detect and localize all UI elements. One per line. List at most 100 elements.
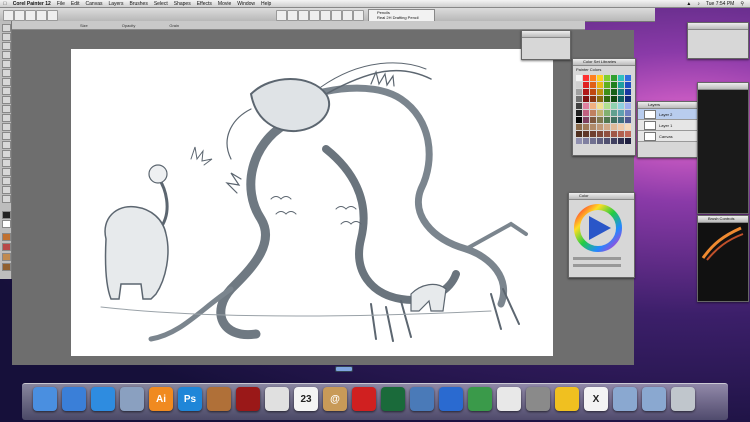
magnifier-icon[interactable] (2, 177, 11, 185)
brush-icon[interactable] (2, 24, 11, 32)
menu-clock[interactable]: Tue 7:54 PM (706, 1, 734, 7)
recent-brush-5-icon[interactable] (320, 10, 331, 21)
navigator-panel-title (522, 31, 570, 38)
x11-icon[interactable]: X (584, 387, 608, 411)
shape-icon[interactable] (2, 123, 11, 131)
address-book-icon[interactable]: @ (323, 387, 347, 411)
burn-icon[interactable] (2, 159, 11, 167)
menu-help[interactable]: Help (261, 1, 271, 7)
main-color-swatch[interactable] (2, 211, 11, 219)
safari-icon[interactable] (91, 387, 115, 411)
brush-library-panel (697, 82, 749, 214)
menu-file[interactable]: File (57, 1, 65, 7)
saturation-slider[interactable] (573, 257, 621, 260)
opacity-label: Opacity (121, 22, 136, 28)
brush-preset-icon[interactable] (36, 10, 47, 21)
menu-effects[interactable]: Effects (197, 1, 212, 7)
textedit-icon[interactable] (497, 387, 521, 411)
google-earth-icon[interactable] (439, 387, 463, 411)
dropper-icon[interactable] (2, 33, 11, 41)
wifi-icon[interactable]: ▲ (686, 1, 691, 7)
mirror-icon[interactable] (2, 195, 11, 203)
layer-name: Layer 2 (659, 111, 673, 117)
apple-menu-icon[interactable]:  (3, 1, 7, 7)
brush-tool-icon[interactable] (3, 10, 14, 21)
grain-label: Grain (169, 22, 180, 28)
numbers-icon[interactable] (468, 387, 492, 411)
menu-layers[interactable]: Layers (108, 1, 123, 7)
color-set-panel: Color Set Libraries Painter Colors (572, 58, 636, 156)
acrobat-icon[interactable] (352, 387, 376, 411)
layer-row-1[interactable]: Layer 1 (638, 120, 698, 131)
calendar-icon[interactable]: 23 (294, 387, 318, 411)
layer-name: Canvas (659, 133, 673, 139)
brush-selector-panel (687, 22, 749, 59)
paper-icon[interactable] (2, 233, 11, 241)
iphoto-icon[interactable] (410, 387, 434, 411)
color-swatch-grid[interactable] (576, 75, 634, 145)
layer-row-canvas[interactable]: Canvas (638, 131, 698, 142)
volume-icon[interactable]: ♪ (697, 1, 700, 7)
weaving-icon[interactable] (2, 263, 11, 271)
menu-movie[interactable]: Movie (218, 1, 231, 7)
dodge-icon[interactable] (2, 150, 11, 158)
transform-icon[interactable] (2, 69, 11, 77)
magic-wand-icon[interactable] (2, 96, 11, 104)
additional-color-swatch[interactable] (2, 220, 11, 228)
blur-icon[interactable] (2, 141, 11, 149)
layers-panel: Layers Layer 2 Layer 1 Canvas (637, 101, 699, 158)
drawing-canvas[interactable] (71, 49, 553, 356)
brush-dab-icon[interactable] (25, 10, 36, 21)
nat-geo-icon[interactable] (555, 387, 579, 411)
trash-icon[interactable] (671, 387, 695, 411)
recent-brush-4-icon[interactable] (309, 10, 320, 21)
crop-icon[interactable] (2, 105, 11, 113)
app-store-icon[interactable] (62, 387, 86, 411)
color-wheel[interactable] (573, 203, 623, 253)
eraser-icon[interactable] (2, 51, 11, 59)
system-preferences-icon[interactable] (526, 387, 550, 411)
grabber-icon[interactable] (2, 168, 11, 176)
menu-shapes[interactable]: Shapes (174, 1, 191, 7)
photo-booth-icon[interactable] (236, 387, 260, 411)
layer-row-2[interactable]: Layer 2 (638, 109, 698, 120)
recent-brush-8-icon[interactable] (353, 10, 364, 21)
illustrator-label: Ai (156, 393, 166, 405)
layer-adjuster-icon[interactable] (2, 60, 11, 68)
applications-folder-icon[interactable] (613, 387, 637, 411)
downloads-folder-icon[interactable] (642, 387, 666, 411)
menu-window[interactable]: Window (237, 1, 255, 7)
photoshop-icon[interactable]: Ps (178, 387, 202, 411)
brush-size-icon[interactable] (14, 10, 25, 21)
menu-select[interactable]: Select (154, 1, 168, 7)
gradient-icon[interactable] (2, 243, 11, 251)
value-slider[interactable] (573, 264, 621, 267)
brush-variant-icon[interactable] (47, 10, 58, 21)
menu-brushes[interactable]: Brushes (129, 1, 147, 7)
brush-library-title (698, 83, 748, 90)
recent-brush-7-icon[interactable] (342, 10, 353, 21)
finder-icon[interactable] (33, 387, 57, 411)
time-machine-icon[interactable] (381, 387, 405, 411)
recent-brush-2-icon[interactable] (287, 10, 298, 21)
pattern-icon[interactable] (2, 253, 11, 261)
rotate-page-icon[interactable] (2, 186, 11, 194)
painter-icon[interactable] (207, 387, 231, 411)
illustrator-icon[interactable]: Ai (149, 387, 173, 411)
lasso-icon[interactable] (2, 87, 11, 95)
menu-canvas[interactable]: Canvas (86, 1, 103, 7)
text-icon[interactable] (2, 114, 11, 122)
recent-brush-1-icon[interactable] (276, 10, 287, 21)
spotlight-icon[interactable]: ⚲ (740, 1, 744, 7)
chrome-icon[interactable] (265, 387, 289, 411)
app-menu[interactable]: Corel Painter 12 (13, 1, 51, 7)
canvas-scroll-handle[interactable] (335, 366, 353, 372)
menu-edit[interactable]: Edit (71, 1, 80, 7)
recent-brush-6-icon[interactable] (331, 10, 342, 21)
brush-selector-panel-title (688, 23, 748, 30)
recent-brush-3-icon[interactable] (298, 10, 309, 21)
pen-icon[interactable] (2, 132, 11, 140)
preview-icon[interactable] (120, 387, 144, 411)
rectangle-select-icon[interactable] (2, 78, 11, 86)
paint-bucket-icon[interactable] (2, 42, 11, 50)
